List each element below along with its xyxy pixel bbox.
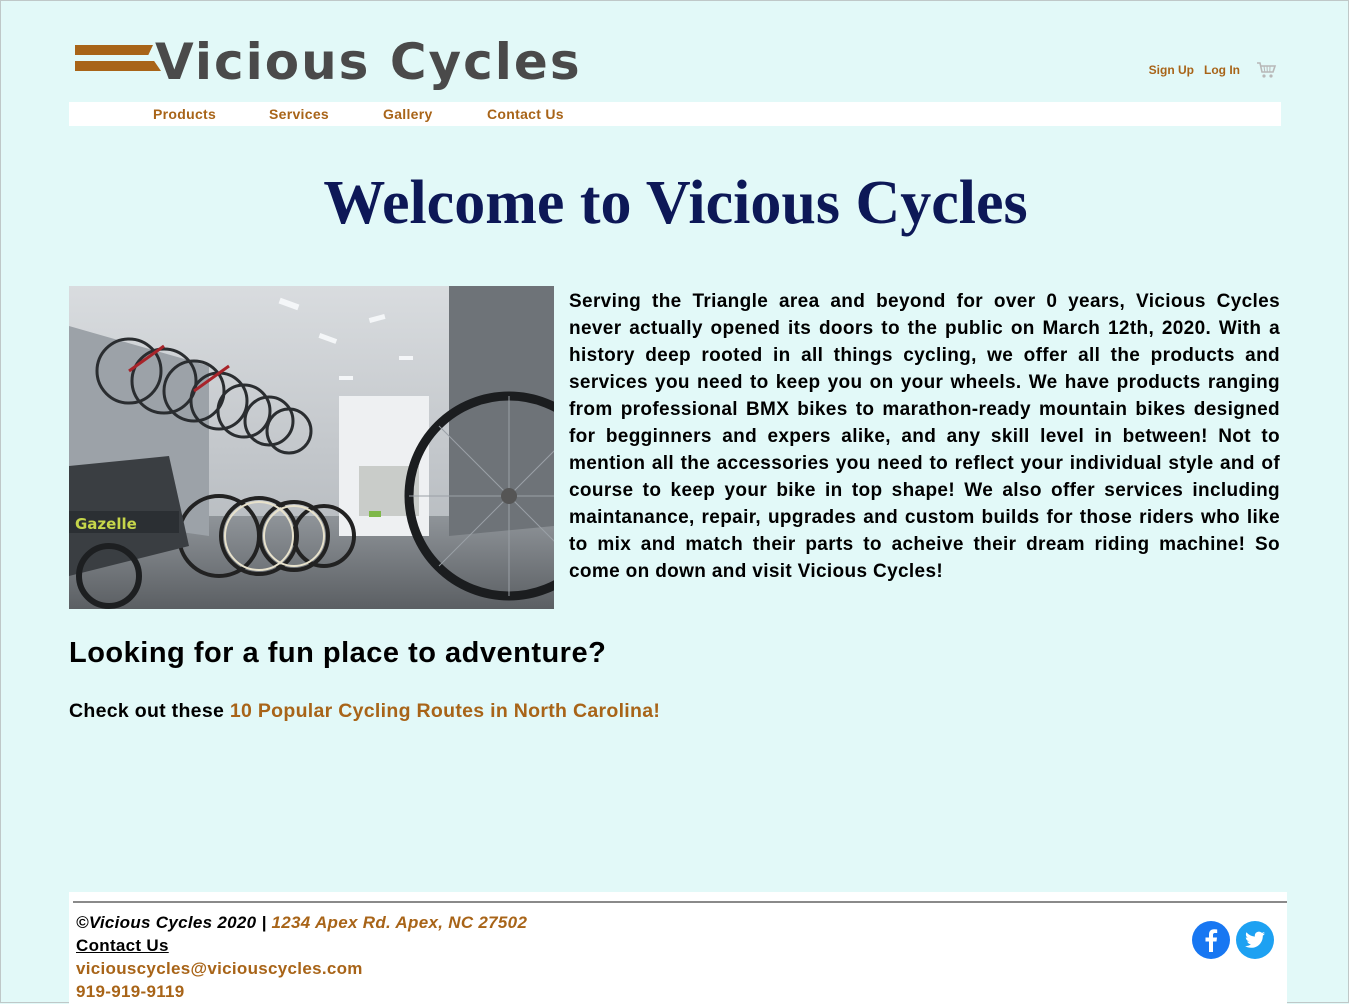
logo-text: Vicious Cycles [155,37,582,87]
bike-shop-photo: Gazelle [69,286,554,609]
nav-item-gallery[interactable]: Gallery [383,106,433,122]
footer-email-link[interactable]: viciouscycles@viciouscycles.com [76,959,363,979]
sign-up-link[interactable]: Sign Up [1149,63,1194,77]
nav-item-contact-us[interactable]: Contact Us [487,106,564,122]
shopping-cart-icon[interactable] [1256,61,1278,79]
main-nav: Products Services Gallery Contact Us [69,102,1281,126]
footer-phone-link[interactable]: 919-919-9119 [76,982,185,1002]
site-logo[interactable]: Vicious Cycles [75,37,675,87]
nav-item-products[interactable]: Products [153,106,216,122]
intro-paragraph: Serving the Triangle area and beyond for… [569,288,1280,585]
page-title: Welcome to Vicious Cycles [1,169,1349,237]
footer: ©Vicious Cycles 2020 | 1234 Apex Rd. Ape… [69,892,1287,1004]
cycling-routes-link[interactable]: 10 Popular Cycling Routes in North Carol… [230,700,660,722]
log-in-link[interactable]: Log In [1204,63,1240,77]
footer-contact-link[interactable]: Contact Us [76,936,169,956]
social-links [1191,920,1275,960]
nav-item-services[interactable]: Services [269,106,329,122]
logo-mark [75,41,165,83]
copyright-text: ©Vicious Cycles 2020 | [76,913,272,932]
footer-address: 1234 Apex Rd. Apex, NC 27502 [272,913,528,932]
routes-prefix: Check out these [69,700,230,722]
twitter-icon[interactable] [1235,920,1275,960]
adventure-heading: Looking for a fun place to adventure? [69,637,606,670]
footer-divider [73,901,1287,903]
facebook-icon[interactable] [1191,920,1231,960]
photo-brand-label: Gazelle [75,515,137,533]
routes-line: Check out these 10 Popular Cycling Route… [69,700,660,723]
footer-copyright-line: ©Vicious Cycles 2020 | 1234 Apex Rd. Ape… [76,913,527,933]
account-links: Sign Up Log In [1149,61,1278,79]
